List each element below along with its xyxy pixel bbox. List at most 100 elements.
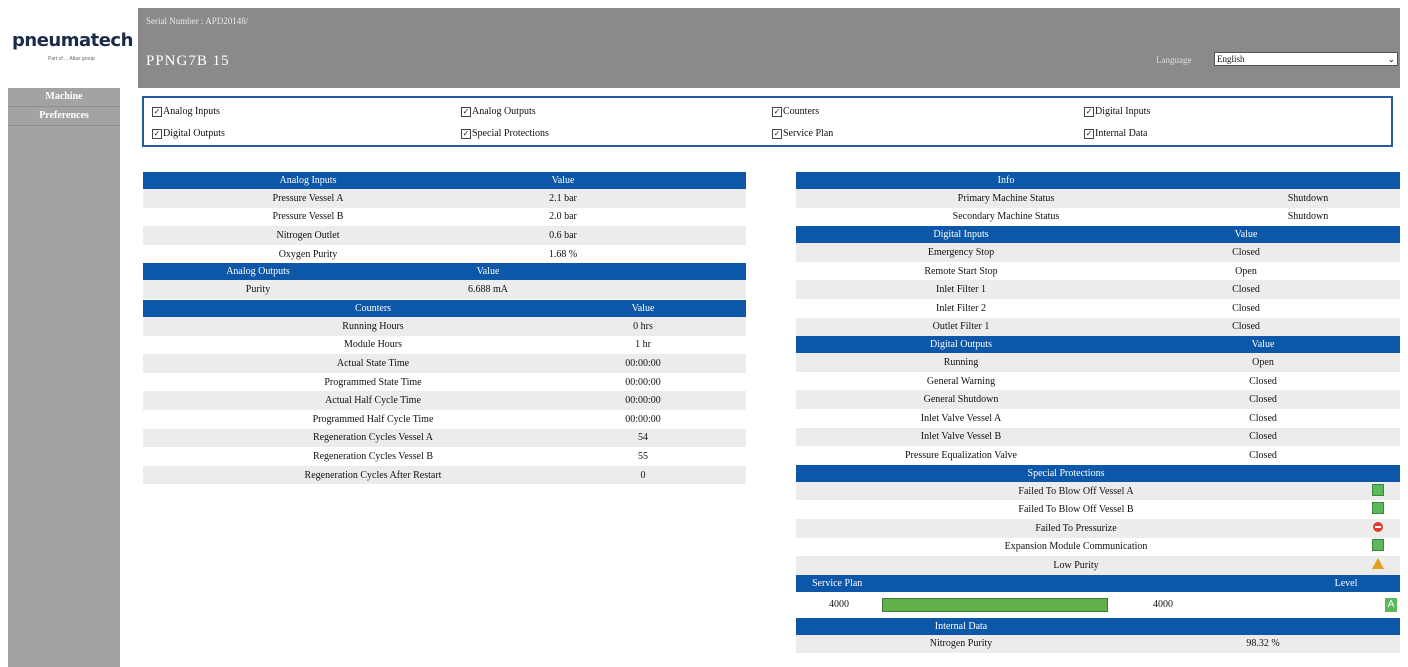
machine-model: PPNG7B 15 <box>146 53 230 69</box>
checkbox-icon[interactable]: ✓ <box>1084 106 1094 117</box>
table-row: Programmed State Time 00:00:00 <box>143 373 746 392</box>
row-value: Closed <box>1249 394 1277 406</box>
table-row: Inlet Valve Vessel B Closed <box>796 427 1400 447</box>
sidebar: Machine Preferences <box>8 88 120 667</box>
checkbox-icon[interactable]: ✓ <box>152 128 162 139</box>
table-row: Expansion Module Communication <box>796 538 1400 557</box>
row-value: 1.68 % <box>548 248 578 260</box>
filter-label: Analog Outputs <box>472 106 536 117</box>
row-value: 00:00:00 <box>625 395 661 407</box>
row-value: Closed <box>1249 375 1277 387</box>
table-header: Counters Value <box>143 300 746 317</box>
filter-digital-outputs[interactable]: ✓ Digital Outputs <box>152 128 225 139</box>
language-value: English <box>1217 54 1245 64</box>
column-header: Value <box>631 303 655 314</box>
chevron-down-icon: ⌄ <box>1387 54 1395 64</box>
row-value: 0.6 bar <box>549 229 577 241</box>
row-value: 0 hrs <box>633 320 653 332</box>
row-label: Inlet Valve Vessel A <box>920 412 1002 424</box>
table-header: Service Plan Level <box>796 574 1400 592</box>
row-label: General Shutdown <box>923 394 999 406</box>
service-level-badge: A <box>1385 597 1397 612</box>
table-row: Failed To Blow Off Vessel A <box>796 481 1400 501</box>
brand-name: pneumatech <box>12 30 133 51</box>
table-row: Failed To Pressurize <box>796 518 1400 538</box>
row-value: 2.1 bar <box>549 192 577 204</box>
table-row: Running Open <box>796 353 1400 372</box>
row-label: Nitrogen Purity <box>929 638 993 650</box>
shutdown-status-icon <box>1373 521 1383 532</box>
language-select[interactable]: English ⌄ <box>1214 52 1398 66</box>
column-header: Internal Data <box>934 620 988 632</box>
row-label: Pressure Vessel A <box>272 192 344 204</box>
table-row: Regeneration Cycles Vessel A 54 <box>143 428 746 448</box>
row-label: Pressure Vessel B <box>272 211 344 223</box>
column-header: Counters <box>354 303 392 314</box>
table-row: Failed To Blow Off Vessel B <box>796 500 1400 519</box>
checkbox-icon[interactable]: ✓ <box>772 128 782 139</box>
checkbox-icon[interactable]: ✓ <box>152 106 162 117</box>
row-label: Emergency Stop <box>927 246 995 258</box>
table-row: General Warning Closed <box>796 372 1400 391</box>
service-plan-row: 4000 4000 A <box>796 592 1400 618</box>
row-label: Expansion Module Communication <box>1004 541 1148 553</box>
row-label: Module Hours <box>343 339 403 351</box>
row-value: 00:00:00 <box>625 376 661 388</box>
column-header: Analog Inputs <box>279 175 337 186</box>
table-row: Running Hours 0 hrs <box>143 317 746 336</box>
checkbox-icon[interactable]: ✓ <box>772 106 782 117</box>
row-value: Shutdown <box>1287 192 1329 204</box>
filter-analog-inputs[interactable]: ✓ Analog Inputs <box>152 106 220 117</box>
row-label: Inlet Filter 2 <box>936 302 986 314</box>
row-value: 0 <box>640 469 646 481</box>
row-value: Closed <box>1232 246 1260 258</box>
sidebar-item-preferences[interactable]: Preferences <box>8 107 120 126</box>
column-header: Service Plan <box>812 577 863 589</box>
table-row: Oxygen Purity 1.68 % <box>143 245 746 264</box>
table-row: Primary Machine Status Shutdown <box>796 189 1400 208</box>
filter-special-protections[interactable]: ✓ Special Protections <box>461 128 549 139</box>
table-row: Actual State Time 00:00:00 <box>143 354 746 373</box>
row-label: Inlet Valve Vessel B <box>920 431 1002 443</box>
filter-service-plan[interactable]: ✓ Service Plan <box>772 128 833 139</box>
table-row: Secondary Machine Status Shutdown <box>796 208 1400 227</box>
row-value: Closed <box>1249 412 1277 424</box>
filter-label: Counters <box>783 106 820 117</box>
row-label: Nitrogen Outlet <box>276 229 340 241</box>
table-row: Outlet Filter 1 Closed <box>796 317 1400 337</box>
brand-tagline: Part of ... Atlas group <box>48 56 95 62</box>
sidebar-item-machine[interactable]: Machine <box>8 88 120 107</box>
checkbox-icon[interactable]: ✓ <box>461 106 471 117</box>
filter-label: Internal Data <box>1095 128 1148 139</box>
ok-status-icon <box>1372 483 1384 496</box>
table-row: Regeneration Cycles Vessel B 55 <box>143 447 746 466</box>
table-row: Actual Half Cycle Time 00:00:00 <box>143 391 746 410</box>
filter-digital-inputs[interactable]: ✓ Digital Inputs <box>1084 106 1150 117</box>
row-value: 2.0 bar <box>549 211 577 223</box>
table-row: Low Purity <box>796 556 1400 575</box>
table-header: Internal Data <box>796 617 1400 635</box>
table-header: Analog Inputs Value <box>143 172 746 189</box>
row-label: Programmed State Time <box>324 376 422 388</box>
table-row: General Shutdown Closed <box>796 390 1400 409</box>
filter-internal-data[interactable]: ✓ Internal Data <box>1084 128 1147 139</box>
checkbox-icon[interactable]: ✓ <box>1084 128 1094 139</box>
row-label: General Warning <box>926 375 996 387</box>
ok-status-icon <box>1372 502 1384 515</box>
table-row: Programmed Half Cycle Time 00:00:00 <box>143 410 746 429</box>
row-value: 00:00:00 <box>625 357 661 369</box>
column-header: Value <box>476 266 500 278</box>
serial-number: Serial Number : APD20148/ <box>146 16 249 26</box>
filter-counters[interactable]: ✓ Counters <box>772 106 819 117</box>
table-header: Special Protections <box>796 464 1400 482</box>
checkbox-icon[interactable]: ✓ <box>461 128 471 139</box>
filter-analog-outputs[interactable]: ✓ Analog Outputs <box>461 106 536 117</box>
row-value: 6.688 mA <box>468 284 508 296</box>
warning-status-icon <box>1372 558 1384 570</box>
row-value: 54 <box>638 432 648 444</box>
table-row: Remote Start Stop Open <box>796 262 1400 281</box>
table-header: Digital Outputs Value <box>796 336 1400 354</box>
table-row: Regeneration Cycles After Restart 0 <box>143 465 746 485</box>
counters-table: Counters Value Running Hours 0 hrs Module… <box>143 300 746 485</box>
row-label: Outlet Filter 1 <box>932 321 990 333</box>
